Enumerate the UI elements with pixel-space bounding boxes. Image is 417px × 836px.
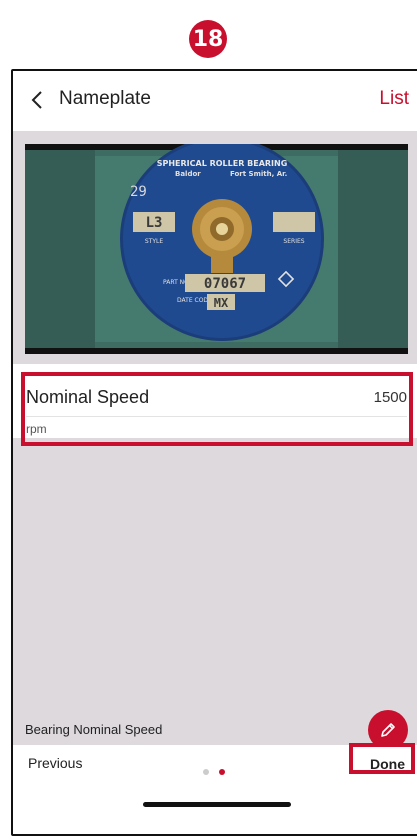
plate-style-label: STYLE — [145, 238, 163, 245]
chevron-left-icon[interactable] — [27, 89, 49, 111]
field-unit: rpm — [26, 422, 47, 436]
plate-series-label: SERIES — [283, 238, 304, 245]
plate-text-line3: Fort Smith, Ar. — [230, 170, 287, 178]
nameplate-photo-image: SPHERICAL ROLLER BEARING Baldor Fort Smi… — [25, 144, 408, 354]
step-number-badge: 18 — [189, 20, 227, 58]
home-indicator — [143, 802, 291, 807]
field-label: Nominal Speed — [26, 387, 150, 407]
plate-style-value: L3 — [146, 215, 163, 231]
list-button[interactable]: List — [379, 88, 409, 110]
field-value: 1500 — [373, 389, 407, 406]
field-description: Bearing Nominal Speed — [25, 722, 163, 737]
plate-date-prefix: DATE CODE — [177, 297, 212, 304]
nominal-speed-field[interactable]: Nominal Speed 1500 rpm — [13, 364, 417, 438]
bottom-nav: Previous Done — [13, 745, 417, 834]
page-indicator — [203, 769, 225, 775]
plate-part-number: 07067 — [204, 276, 246, 292]
pencil-icon — [381, 723, 395, 737]
top-app-bar: Nameplate List — [13, 71, 417, 131]
main-content: SPHERICAL ROLLER BEARING Baldor Fort Smi… — [13, 131, 417, 750]
nameplate-photo: SPHERICAL ROLLER BEARING Baldor Fort Smi… — [25, 144, 408, 354]
plate-text-line1: SPHERICAL ROLLER BEARING — [157, 159, 288, 168]
field-divider — [26, 416, 407, 417]
edit-button[interactable] — [368, 710, 408, 750]
page-dot-1 — [203, 769, 209, 775]
plate-text-line2: Baldor — [175, 170, 201, 178]
phone-screen: Nameplate List SPHERICAL ROLLER BEARING … — [11, 69, 417, 836]
previous-button[interactable]: Previous — [28, 755, 82, 771]
plate-serial-partial: 29 — [130, 184, 147, 200]
page-title: Nameplate — [59, 88, 151, 109]
plate-date-code: MX — [214, 296, 229, 310]
done-button[interactable]: Done — [370, 756, 405, 772]
page-dot-2 — [219, 769, 225, 775]
